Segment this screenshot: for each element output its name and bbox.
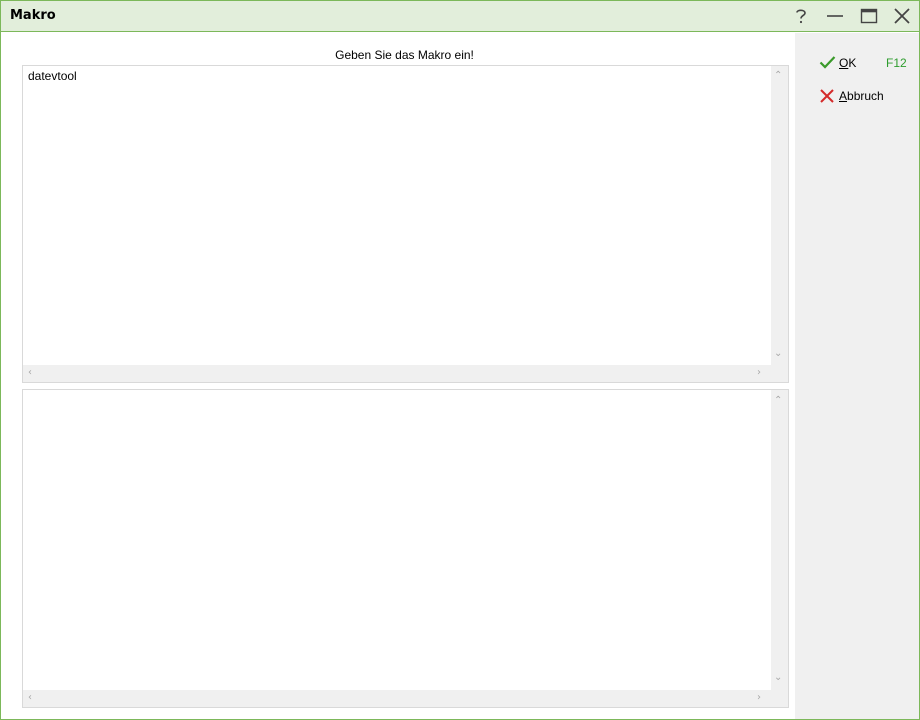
scroll-corner [771,690,788,707]
macro-input-vertical-scrollbar[interactable]: ⌃ ⌄ [771,66,788,365]
content-area: Geben Sie das Makro ein! datevtool ⌃ ⌄ ‹… [1,33,795,719]
scroll-down-icon[interactable]: ⌄ [774,349,782,359]
scroll-down-icon[interactable]: ⌄ [774,673,782,683]
macro-input-text[interactable]: datevtool [28,69,77,83]
macro-output[interactable]: ⌃ ⌄ ‹ › [22,389,789,708]
close-button[interactable] [885,1,919,32]
macro-input[interactable]: datevtool ⌃ ⌄ ‹ › [22,65,789,383]
scroll-up-icon[interactable]: ⌃ [774,396,782,406]
ok-shortcut-label: F12 [886,56,907,70]
macro-input-horizontal-scrollbar[interactable]: ‹ › [23,365,771,382]
macro-output-vertical-scrollbar[interactable]: ⌃ ⌄ [771,390,788,690]
action-sidebar: OK F12 Abbruch [795,33,919,719]
macro-dialog: Makro Geben Sie das Makro ein! datevtool… [0,0,920,720]
ok-label: OK [839,56,857,70]
macro-prompt-label: Geben Sie das Makro ein! [335,48,474,62]
scroll-left-icon[interactable]: ‹ [28,693,32,703]
cancel-button[interactable]: Abbruch [819,85,915,107]
help-button[interactable] [784,1,818,32]
maximize-button[interactable] [852,1,886,32]
cross-icon [820,89,834,103]
scroll-left-icon[interactable]: ‹ [28,368,32,378]
scroll-corner [771,365,788,382]
help-icon [796,9,806,24]
scroll-up-icon[interactable]: ⌃ [774,71,782,81]
scroll-right-icon[interactable]: › [757,368,761,378]
scroll-right-icon[interactable]: › [757,693,761,703]
maximize-icon [860,8,878,24]
minimize-icon [827,15,843,17]
window-title: Makro [10,8,56,23]
close-icon [894,8,910,24]
check-icon [819,56,836,69]
minimize-button[interactable] [818,1,852,32]
title-bar[interactable]: Makro [1,1,919,32]
cancel-label: Abbruch [839,89,884,103]
macro-output-horizontal-scrollbar[interactable]: ‹ › [23,690,771,707]
